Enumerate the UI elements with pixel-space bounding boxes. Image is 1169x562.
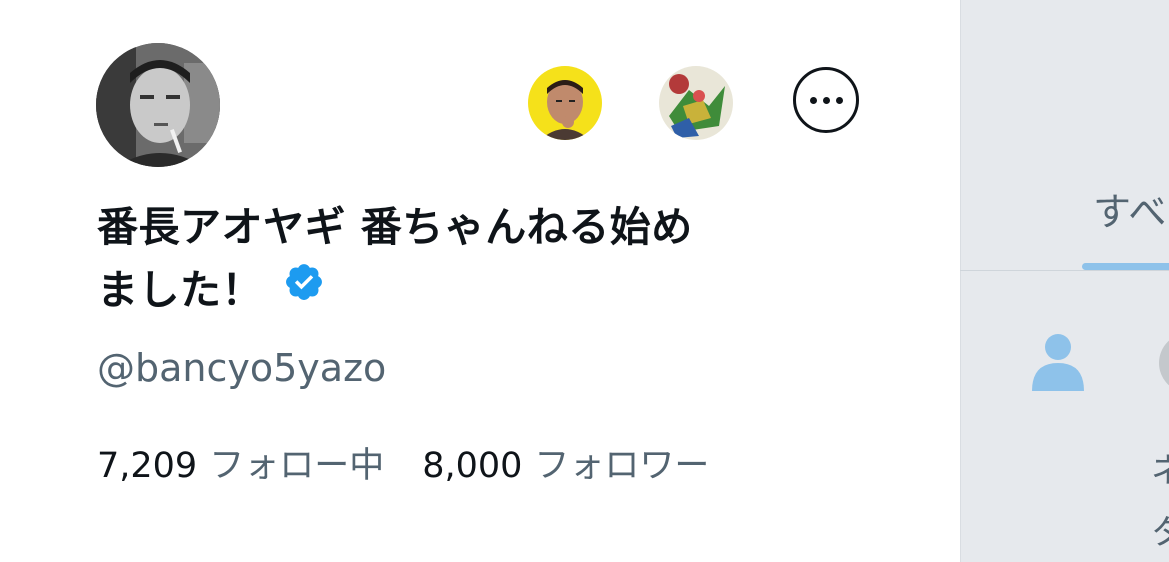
display-name-line-2: ました！ xyxy=(97,266,263,314)
more-options-icon xyxy=(809,96,817,104)
tab-divider xyxy=(960,270,1169,271)
more-options-icon xyxy=(822,96,830,104)
follow-stats: 7,209 フォロー中 8,000 フォロワー xyxy=(97,437,709,488)
notification-text-partial: タ xyxy=(1151,513,1169,553)
suggested-account-avatar[interactable] xyxy=(528,66,602,140)
tab-all[interactable]: すべ xyxy=(1093,181,1166,236)
display-name-line-1: 番長アオヤギ 番ちゃんねる始め xyxy=(97,203,693,251)
profile-avatar[interactable] xyxy=(96,43,220,167)
notification-text-partial: ネ xyxy=(1151,451,1169,491)
profile-handle: @bancyo5yazo xyxy=(97,346,387,390)
verified-badge-icon xyxy=(283,258,325,321)
following-count: 7,209 xyxy=(97,446,198,486)
more-options-icon xyxy=(835,96,843,104)
person-icon xyxy=(1030,331,1086,395)
following-label: フォロー中 xyxy=(209,446,385,486)
followers-stat[interactable]: 8,000 フォロワー xyxy=(422,437,709,488)
profile-panel: 番長アオヤギ 番ちゃんねる始め ました！ @bancyo5yazo 7,209 フ… xyxy=(0,0,960,562)
more-options-button[interactable] xyxy=(793,67,859,133)
followers-label: フォロワー xyxy=(534,446,710,486)
suggested-account-avatar[interactable] xyxy=(659,66,733,140)
active-tab-indicator xyxy=(1082,263,1169,270)
followers-count: 8,000 xyxy=(422,446,523,486)
display-name: 番長アオヤギ 番ちゃんねる始め ました！ xyxy=(97,196,857,325)
display-name-line-2-wrap: ました！ xyxy=(97,259,857,325)
side-panel xyxy=(960,0,1169,562)
following-stat[interactable]: 7,209 フォロー中 xyxy=(97,437,384,488)
